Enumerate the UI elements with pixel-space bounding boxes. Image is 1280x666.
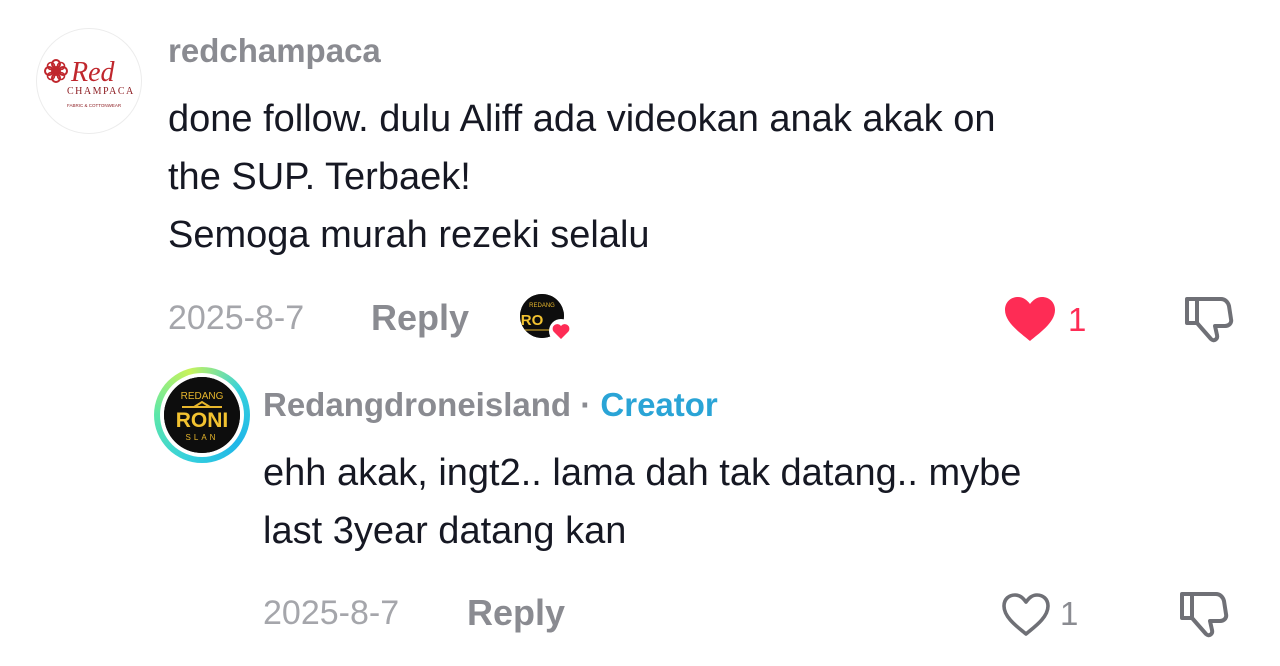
creator-badge: Creator xyxy=(600,386,718,423)
avatar-story-ring[interactable]: REDANG RONI SLAN xyxy=(154,367,250,463)
svg-text:Red: Red xyxy=(70,57,116,88)
comment-text: ehh akak, ingt2.. lama dah tak datang.. … xyxy=(263,452,1022,552)
dislike-icon[interactable] xyxy=(1178,588,1230,640)
avatar[interactable]: Red CHAMPACA FABRIC & COTTONWEAR xyxy=(36,28,142,134)
dislike-icon[interactable] xyxy=(1183,293,1235,345)
svg-text:REDANG: REDANG xyxy=(181,391,224,402)
like-count: 1 xyxy=(1068,301,1087,338)
comment-username[interactable]: redchampaca xyxy=(168,32,381,70)
separator-dot: · xyxy=(580,386,592,423)
svg-text:RO: RO xyxy=(521,312,544,329)
comment-text: done follow. dulu Aliff ada videokan ana… xyxy=(168,98,996,256)
comment-date: 2025-8-7 xyxy=(168,299,305,337)
redchampaca-logo: Red CHAMPACA FABRIC & COTTONWEAR xyxy=(44,57,135,108)
flower-icon xyxy=(44,59,68,83)
avatar: REDANG RONI SLAN xyxy=(164,377,240,453)
comment-username[interactable]: Redangdroneisland xyxy=(263,386,571,423)
comment-date: 2025-8-7 xyxy=(263,594,400,632)
like-count: 1 xyxy=(1060,595,1079,632)
like-heart-outline-icon[interactable] xyxy=(1001,592,1051,638)
liked-by-creator-badge: REDANG RO xyxy=(520,294,573,344)
like-heart-icon[interactable] xyxy=(1003,295,1057,343)
svg-text:FABRIC & COTTONWEAR: FABRIC & COTTONWEAR xyxy=(67,103,122,108)
reply-button[interactable]: Reply xyxy=(371,297,469,339)
svg-text:SLAN: SLAN xyxy=(186,433,219,442)
svg-text:CHAMPACA: CHAMPACA xyxy=(67,86,135,97)
svg-text:RONI: RONI xyxy=(176,409,229,432)
comment-username-row: Redangdroneisland · Creator xyxy=(263,386,718,424)
reply-button[interactable]: Reply xyxy=(467,592,565,634)
svg-text:REDANG: REDANG xyxy=(529,303,555,309)
heart-icon xyxy=(548,318,574,344)
